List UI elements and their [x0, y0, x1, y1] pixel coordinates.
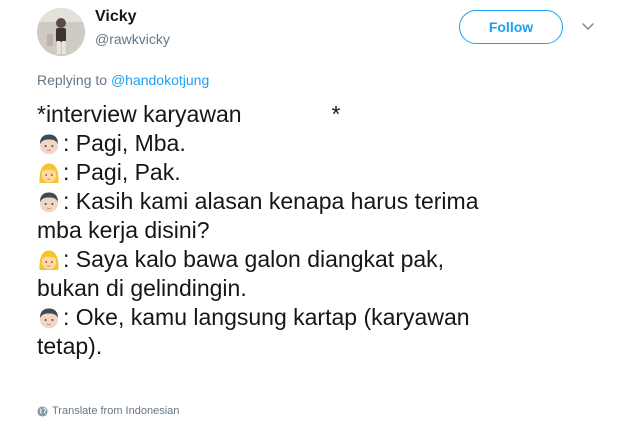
- tweet-text: mba kerja disini?: [37, 217, 210, 243]
- tweet-text: *: [331, 101, 341, 127]
- globe-icon: [37, 405, 48, 417]
- tweet-text: : Kasih kami alasan kenapa harus terima: [63, 188, 479, 214]
- man-face-icon: [40, 308, 58, 328]
- tweet-line: : Oke, kamu langsung kartap (karyawan: [37, 303, 617, 332]
- tweet-line: mba kerja disini?: [37, 216, 617, 245]
- chevron-down-icon[interactable]: [580, 18, 596, 34]
- tweet-text: *interview karyawan: [37, 101, 242, 127]
- translate-link[interactable]: Translate from Indonesian: [37, 405, 179, 417]
- tweet-text: : Oke, kamu langsung kartap (karyawan: [63, 304, 470, 330]
- user-handle[interactable]: @rawkvicky: [95, 31, 170, 47]
- replying-prefix: Replying to: [37, 72, 111, 88]
- tweet-line: tetap).: [37, 332, 617, 361]
- replying-to: Replying to @handokotjung: [37, 72, 209, 88]
- follow-button[interactable]: Follow: [459, 10, 563, 44]
- tweet-text: : Pagi, Mba.: [63, 130, 186, 156]
- replying-to-link[interactable]: @handokotjung: [111, 72, 209, 88]
- redaction: [245, 104, 308, 125]
- man-face-icon: [40, 192, 58, 212]
- man-face-icon: [40, 134, 58, 154]
- tweet-line: : Pagi, Mba.: [37, 129, 617, 158]
- avatar[interactable]: [37, 8, 85, 56]
- display-name[interactable]: Vicky: [95, 8, 137, 26]
- translate-label[interactable]: Translate from Indonesian: [52, 405, 179, 417]
- tweet-text: tetap).: [37, 333, 103, 359]
- tweet-line: bukan di gelindingin.: [37, 274, 617, 303]
- tweet-line: *interview karyawan *: [37, 100, 617, 129]
- tweet-line: : Kasih kami alasan kenapa harus terima: [37, 187, 617, 216]
- tweet-text: bukan di gelindingin.: [37, 275, 247, 301]
- woman-face-icon: [39, 163, 59, 183]
- tweet-line: : Saya kalo bawa galon diangkat pak,: [37, 245, 617, 274]
- tweet-text: : Pagi, Pak.: [63, 159, 181, 185]
- tweet-line: : Pagi, Pak.: [37, 158, 617, 187]
- woman-face-icon: [39, 250, 59, 270]
- tweet-body: *interview karyawan * : Pagi, Mba. : Pag…: [37, 100, 617, 361]
- tweet-text: : Saya kalo bawa galon diangkat pak,: [63, 246, 445, 272]
